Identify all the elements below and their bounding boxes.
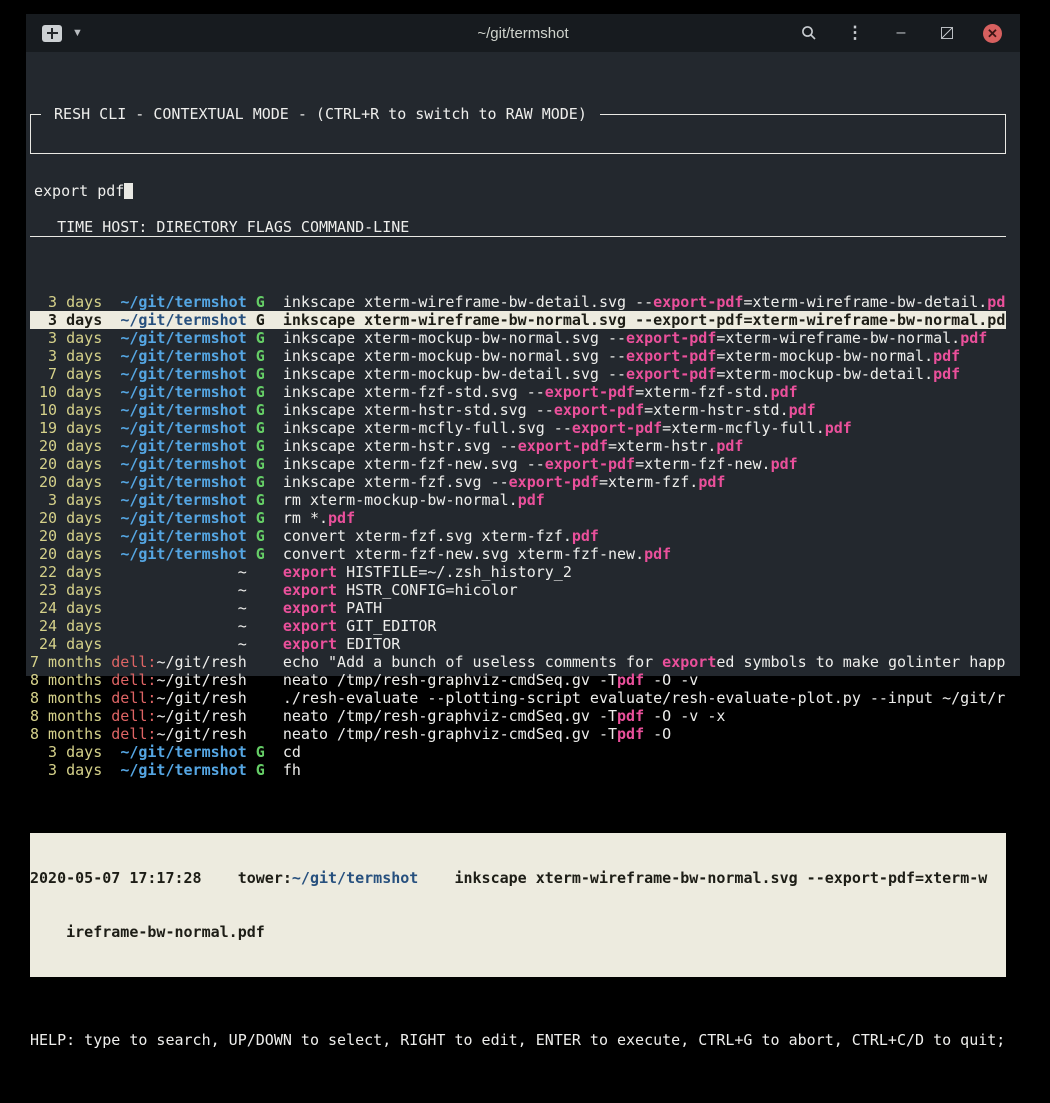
preview-line-2: ireframe-bw-normal.pdf <box>30 923 1006 941</box>
history-row[interactable]: 3 days ~/git/termshot G inkscape xterm-m… <box>30 347 1006 365</box>
history-row[interactable]: 3 days ~/git/termshot G rm xterm-mockup-… <box>30 491 1006 509</box>
search-input[interactable]: export pdf <box>31 169 1005 200</box>
history-row[interactable]: 24 days ~ export EDITOR <box>30 635 1006 653</box>
search-panel-title: RESH CLI - CONTEXTUAL MODE - (CTRL+R to … <box>41 105 600 123</box>
history-row[interactable]: 3 days ~/git/termshot G inkscape xterm-w… <box>30 311 1006 329</box>
history-row[interactable]: 3 days ~/git/termshot G cd <box>30 743 1006 761</box>
preview-host: tower: <box>238 869 292 887</box>
history-row[interactable]: 22 days ~ export HISTFILE=~/.zsh_history… <box>30 563 1006 581</box>
history-list: 3 days ~/git/termshot G inkscape xterm-w… <box>30 293 1020 779</box>
text-cursor <box>124 183 133 199</box>
kebab-menu-icon: ⋮ <box>847 23 864 43</box>
preview-directory: ~/git/termshot <box>292 869 418 887</box>
history-row[interactable]: 10 days ~/git/termshot G inkscape xterm-… <box>30 383 1006 401</box>
history-row[interactable]: 20 days ~/git/termshot G inkscape xterm-… <box>30 473 1006 491</box>
search-panel: RESH CLI - CONTEXTUAL MODE - (CTRL+R to … <box>30 114 1006 154</box>
terminal-content: RESH CLI - CONTEXTUAL MODE - (CTRL+R to … <box>26 52 1020 676</box>
history-row[interactable]: 8 months dell:~/git/resh ./resh-evaluate… <box>30 689 1006 707</box>
history-row[interactable]: 7 months dell:~/git/resh echo "Add a bun… <box>30 653 1006 671</box>
history-row[interactable]: 24 days ~ export GIT_EDITOR <box>30 617 1006 635</box>
titlebar: ▼ ~/git/termshot ⋮ – ✕ <box>26 14 1020 52</box>
preview-command: inkscape xterm-wireframe-bw-normal.svg -… <box>454 869 987 887</box>
history-row[interactable]: 20 days ~/git/termshot G convert xterm-f… <box>30 545 1006 563</box>
restore-icon <box>941 27 953 39</box>
history-row[interactable]: 8 months dell:~/git/resh neato /tmp/resh… <box>30 725 1006 743</box>
preview-bar: 2020-05-07 17:17:28 tower:~/git/termshot… <box>30 833 1006 977</box>
history-row[interactable]: 3 days ~/git/termshot G inkscape xterm-m… <box>30 329 1006 347</box>
history-row[interactable]: 19 days ~/git/termshot G inkscape xterm-… <box>30 419 1006 437</box>
search-query: export pdf <box>34 182 124 200</box>
search-icon <box>801 25 817 41</box>
menu-button[interactable]: ⋮ <box>845 23 865 43</box>
history-row[interactable]: 20 days ~/git/termshot G inkscape xterm-… <box>30 437 1006 455</box>
close-icon: ✕ <box>987 27 998 40</box>
history-row[interactable]: 7 days ~/git/termshot G inkscape xterm-m… <box>30 365 1006 383</box>
help-bar: HELP: type to search, UP/DOWN to select,… <box>30 1031 1006 1049</box>
chevron-down-icon[interactable]: ▼ <box>72 27 83 39</box>
history-row[interactable]: 24 days ~ export PATH <box>30 599 1006 617</box>
history-row[interactable]: 8 months dell:~/git/resh neato /tmp/resh… <box>30 707 1006 725</box>
preview-timestamp: 2020-05-07 17:17:28 <box>30 869 202 887</box>
terminal-window: ▼ ~/git/termshot ⋮ – ✕ RESH CLI - CONTEX… <box>26 14 1020 676</box>
restore-button[interactable] <box>937 23 957 43</box>
minimize-icon: – <box>897 24 906 42</box>
history-row[interactable]: 20 days ~/git/termshot G convert xterm-f… <box>30 527 1006 545</box>
history-row[interactable]: 3 days ~/git/termshot G fh <box>30 761 1006 779</box>
history-row[interactable]: 3 days ~/git/termshot G inkscape xterm-w… <box>30 293 1006 311</box>
history-row[interactable]: 8 months dell:~/git/resh neato /tmp/resh… <box>30 671 1006 689</box>
history-row[interactable]: 10 days ~/git/termshot G inkscape xterm-… <box>30 401 1006 419</box>
close-button[interactable]: ✕ <box>983 24 1002 43</box>
search-button[interactable] <box>799 23 819 43</box>
history-row[interactable]: 20 days ~/git/termshot G rm *.pdf <box>30 509 1006 527</box>
preview-line-1: 2020-05-07 17:17:28 tower:~/git/termshot… <box>30 869 1006 887</box>
history-row[interactable]: 20 days ~/git/termshot G inkscape xterm-… <box>30 455 1006 473</box>
minimize-button[interactable]: – <box>891 23 911 43</box>
history-row[interactable]: 23 days ~ export HSTR_CONFIG=hicolor <box>30 581 1006 599</box>
new-tab-button[interactable] <box>42 25 62 42</box>
